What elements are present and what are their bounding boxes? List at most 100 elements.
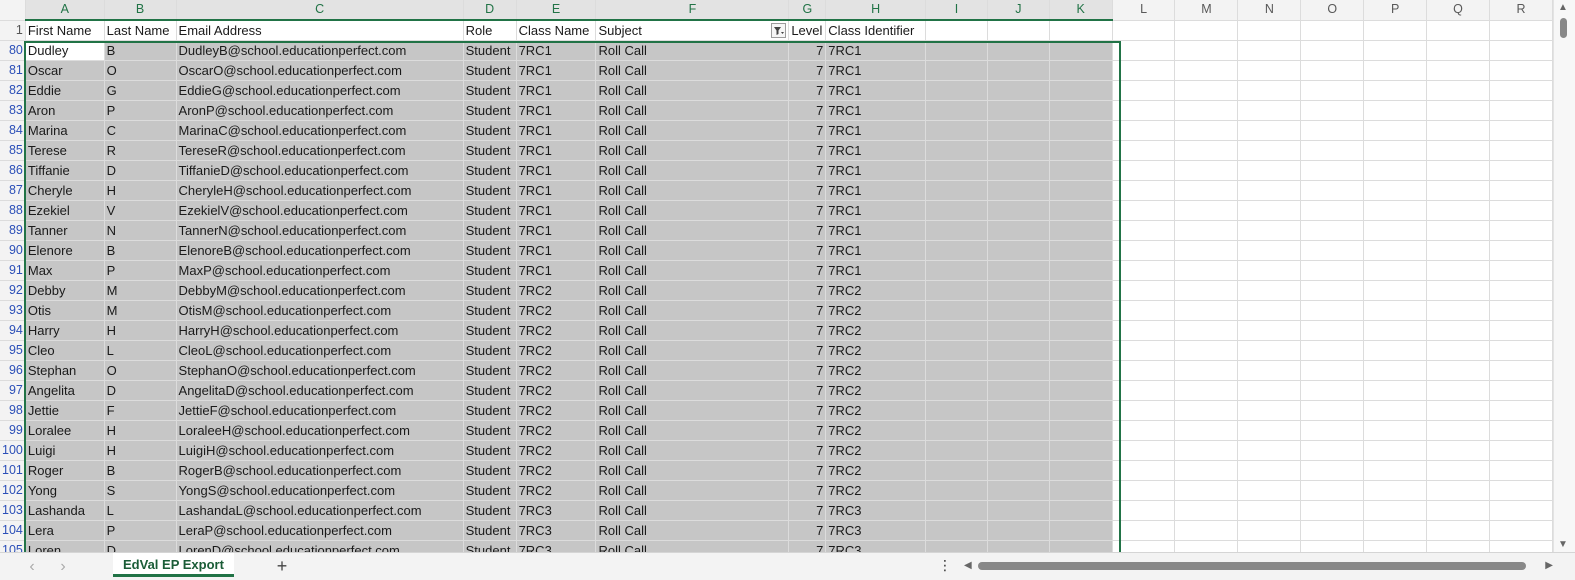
cell-n[interactable] xyxy=(1237,460,1302,481)
field-header-cell[interactable]: Role xyxy=(463,20,517,41)
cell-n[interactable] xyxy=(1237,360,1302,381)
cell-o[interactable] xyxy=(1300,280,1365,301)
cell-o[interactable] xyxy=(1300,540,1365,552)
cell-q[interactable] xyxy=(1426,200,1490,221)
cell-h[interactable]: 7RC2 xyxy=(825,480,927,501)
cell-l[interactable] xyxy=(1112,120,1176,141)
cell-b[interactable]: M xyxy=(104,300,177,321)
cell-c[interactable]: TannerN@school.educationperfect.com xyxy=(176,220,464,241)
cell-e[interactable]: 7RC2 xyxy=(516,340,597,361)
field-header-cell[interactable]: Last Name xyxy=(104,20,177,41)
cell-j[interactable] xyxy=(987,380,1050,401)
cell-e[interactable]: 7RC3 xyxy=(516,500,597,521)
cell-a[interactable]: Elenore xyxy=(25,240,105,261)
column-header-e[interactable]: E xyxy=(516,0,597,21)
cell-g[interactable]: 7 xyxy=(788,540,827,552)
cell-f[interactable]: Roll Call xyxy=(595,420,790,441)
cell-f[interactable]: Roll Call xyxy=(595,140,790,161)
cell-q[interactable] xyxy=(1426,440,1490,461)
cell-b[interactable]: M xyxy=(104,280,177,301)
cell-r[interactable] xyxy=(1489,200,1553,221)
cell-m[interactable] xyxy=(1174,240,1239,261)
field-header-cell[interactable] xyxy=(1237,20,1302,41)
cell-h[interactable]: 7RC1 xyxy=(825,180,927,201)
column-header-f[interactable]: F xyxy=(595,0,790,21)
cell-p[interactable] xyxy=(1363,340,1428,361)
cell-d[interactable]: Student xyxy=(463,360,517,381)
cell-j[interactable] xyxy=(987,240,1050,261)
cell-j[interactable] xyxy=(987,180,1050,201)
cell-r[interactable] xyxy=(1489,320,1553,341)
cell-q[interactable] xyxy=(1426,540,1490,552)
cell-c[interactable]: EddieG@school.educationperfect.com xyxy=(176,80,464,101)
cell-g[interactable]: 7 xyxy=(788,120,827,141)
cell-b[interactable]: H xyxy=(104,320,177,341)
cell-g[interactable]: 7 xyxy=(788,360,827,381)
cell-l[interactable] xyxy=(1112,440,1176,461)
horizontal-scroll-thumb[interactable] xyxy=(978,562,1526,570)
cell-r[interactable] xyxy=(1489,100,1553,121)
cell-c[interactable]: TereseR@school.educationperfect.com xyxy=(176,140,464,161)
cell-m[interactable] xyxy=(1174,40,1239,61)
cell-r[interactable] xyxy=(1489,380,1553,401)
cell-b[interactable]: P xyxy=(104,100,177,121)
cell-k[interactable] xyxy=(1049,40,1113,61)
cell-j[interactable] xyxy=(987,160,1050,181)
cell-d[interactable]: Student xyxy=(463,180,517,201)
cell-n[interactable] xyxy=(1237,160,1302,181)
cell-i[interactable] xyxy=(925,480,988,501)
cell-b[interactable]: H xyxy=(104,440,177,461)
cell-j[interactable] xyxy=(987,440,1050,461)
cell-r[interactable] xyxy=(1489,280,1553,301)
cell-l[interactable] xyxy=(1112,540,1176,552)
cell-m[interactable] xyxy=(1174,60,1239,81)
cell-e[interactable]: 7RC1 xyxy=(516,240,597,261)
cell-o[interactable] xyxy=(1300,80,1365,101)
cell-c[interactable]: OscarO@school.educationperfect.com xyxy=(176,60,464,81)
cell-q[interactable] xyxy=(1426,460,1490,481)
cell-l[interactable] xyxy=(1112,100,1176,121)
cell-c[interactable]: OtisM@school.educationperfect.com xyxy=(176,300,464,321)
field-header-cell[interactable]: Class Name xyxy=(516,20,597,41)
cell-e[interactable]: 7RC1 xyxy=(516,140,597,161)
field-header-cell[interactable]: Email Address xyxy=(176,20,464,41)
cell-f[interactable]: Roll Call xyxy=(595,500,790,521)
cell-c[interactable]: DebbyM@school.educationperfect.com xyxy=(176,280,464,301)
cell-e[interactable]: 7RC1 xyxy=(516,60,597,81)
cell-j[interactable] xyxy=(987,340,1050,361)
cell-h[interactable]: 7RC2 xyxy=(825,400,927,421)
cell-p[interactable] xyxy=(1363,420,1428,441)
cell-b[interactable]: D xyxy=(104,380,177,401)
cell-r[interactable] xyxy=(1489,500,1553,521)
row-header[interactable]: 105 xyxy=(0,540,26,552)
cell-o[interactable] xyxy=(1300,220,1365,241)
cell-e[interactable]: 7RC2 xyxy=(516,460,597,481)
cell-k[interactable] xyxy=(1049,420,1113,441)
field-header-cell[interactable]: Level xyxy=(788,20,827,41)
cell-h[interactable]: 7RC1 xyxy=(825,240,927,261)
cell-h[interactable]: 7RC3 xyxy=(825,540,927,552)
cell-i[interactable] xyxy=(925,400,988,421)
cell-o[interactable] xyxy=(1300,260,1365,281)
cell-f[interactable]: Roll Call xyxy=(595,120,790,141)
row-header[interactable]: 85 xyxy=(0,140,26,161)
cell-k[interactable] xyxy=(1049,440,1113,461)
cell-f[interactable]: Roll Call xyxy=(595,300,790,321)
cell-r[interactable] xyxy=(1489,140,1553,161)
cell-q[interactable] xyxy=(1426,120,1490,141)
row-header[interactable]: 102 xyxy=(0,480,26,501)
cell-n[interactable] xyxy=(1237,60,1302,81)
cell-q[interactable] xyxy=(1426,520,1490,541)
cell-p[interactable] xyxy=(1363,280,1428,301)
cell-e[interactable]: 7RC2 xyxy=(516,480,597,501)
cell-b[interactable]: P xyxy=(104,520,177,541)
cell-h[interactable]: 7RC2 xyxy=(825,280,927,301)
cell-d[interactable]: Student xyxy=(463,500,517,521)
cell-i[interactable] xyxy=(925,260,988,281)
cell-h[interactable]: 7RC1 xyxy=(825,100,927,121)
cell-i[interactable] xyxy=(925,80,988,101)
cell-c[interactable]: CheryleH@school.educationperfect.com xyxy=(176,180,464,201)
cell-e[interactable]: 7RC3 xyxy=(516,520,597,541)
cell-j[interactable] xyxy=(987,320,1050,341)
cell-h[interactable]: 7RC2 xyxy=(825,440,927,461)
